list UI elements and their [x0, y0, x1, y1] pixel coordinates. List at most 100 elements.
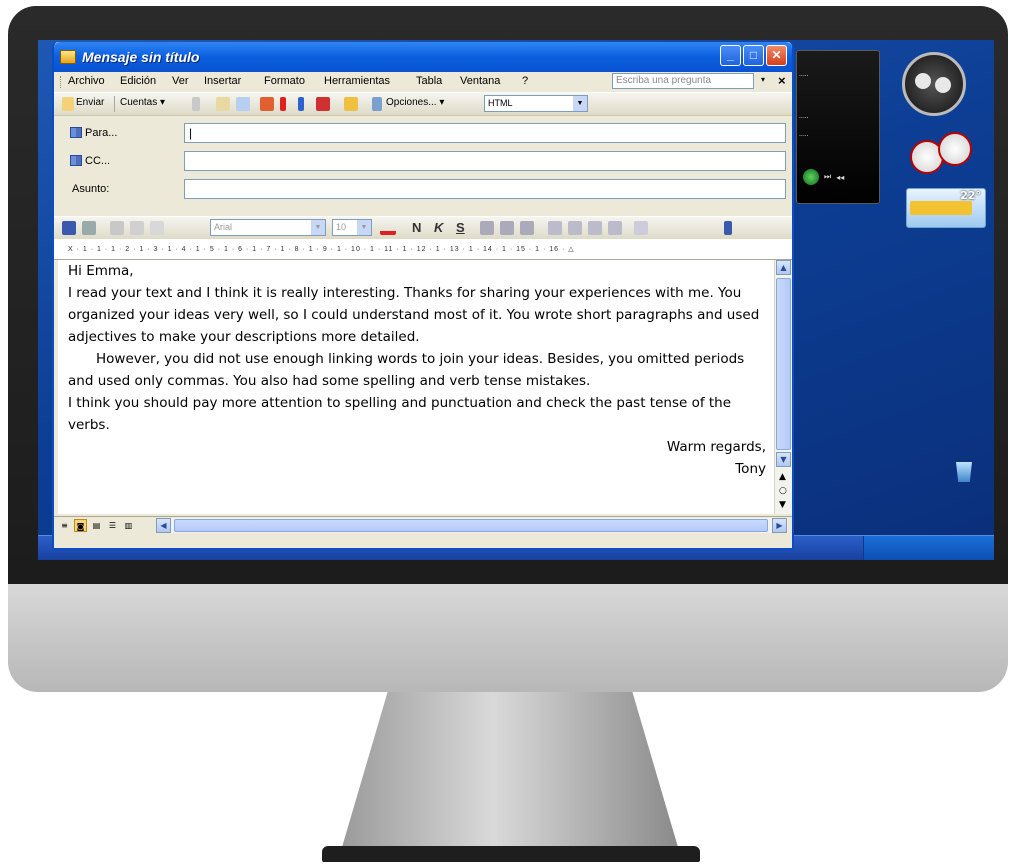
cc-label[interactable]: CC...	[85, 155, 110, 167]
body-paragraph-2: However, you did not use enough linking …	[68, 351, 745, 389]
address-book-icon[interactable]	[70, 127, 82, 138]
align-right-icon[interactable]	[520, 221, 534, 235]
scroll-up-button[interactable]: ▲	[776, 260, 791, 275]
browse-object-icon[interactable]: ○	[779, 486, 787, 496]
size-dropdown-icon[interactable]: ▼	[357, 220, 371, 235]
status-bar: ≡ ◙ ▤ ☰ ▥ ◀ ▶	[54, 516, 792, 535]
align-left-icon[interactable]	[480, 221, 494, 235]
font-dropdown-icon[interactable]: ▼	[311, 220, 325, 235]
greeting: Hi Emma,	[68, 263, 134, 279]
cc-field[interactable]	[184, 151, 786, 171]
cpu-meter-gadget[interactable]	[910, 132, 976, 174]
window-title: Mensaje sin título	[82, 49, 200, 65]
outline-view-icon[interactable]: ☰	[106, 519, 119, 532]
bold-button[interactable]: N	[412, 220, 421, 235]
decrease-indent-icon[interactable]	[588, 221, 602, 235]
format-select-value: HTML	[488, 98, 513, 108]
format-dropdown-icon[interactable]: ▼	[573, 96, 587, 111]
menu-herramientas[interactable]: Herramientas	[324, 75, 390, 87]
font-color-icon[interactable]	[380, 221, 396, 235]
follow-up-icon[interactable]	[316, 97, 330, 111]
menu-archivo[interactable]: Archivo	[68, 75, 105, 87]
address-book-icon[interactable]	[70, 155, 82, 166]
clock-gadget[interactable]	[902, 52, 966, 116]
signature-icon[interactable]	[344, 97, 358, 111]
font-name-select[interactable]: Arial ▼	[210, 219, 326, 236]
subject-field[interactable]	[184, 179, 786, 199]
menu-ver[interactable]: Ver	[172, 75, 189, 87]
print-layout-icon[interactable]: ▤	[90, 519, 103, 532]
message-body[interactable]: Hi Emma, I read your text and I think it…	[58, 260, 774, 514]
cc-row: CC...	[54, 149, 792, 173]
horizontal-scroll-thumb[interactable]	[174, 519, 768, 532]
menu-insertar[interactable]: Insertar	[204, 75, 241, 87]
send-button[interactable]: Enviar	[76, 97, 104, 108]
paste-icon[interactable]	[150, 221, 164, 235]
standard-toolbar: Enviar Cuentas ▾ Opciones... ▾ HTML ▼	[54, 92, 792, 116]
low-importance-icon[interactable]	[298, 97, 304, 111]
options-icon	[372, 97, 382, 111]
check-names-icon[interactable]	[236, 97, 250, 111]
play-icon[interactable]	[803, 169, 819, 185]
menu-tabla[interactable]: Tabla	[416, 75, 442, 87]
ruler[interactable]: X · 1 · 1 · 1 · 2 · 1 · 3 · 1 · 4 · 1 · …	[54, 239, 792, 260]
print-icon[interactable]	[82, 221, 96, 235]
media-controls[interactable]: ⏭ ◂◂	[803, 169, 873, 185]
menu-ventana[interactable]: Ventana	[460, 75, 500, 87]
monitor-stand	[340, 692, 680, 854]
bullets-icon[interactable]	[568, 221, 582, 235]
maximize-button[interactable]: □	[743, 45, 764, 66]
toolbar-options-icon[interactable]	[724, 221, 732, 235]
scroll-right-button[interactable]: ▶	[772, 518, 787, 533]
help-dropdown-icon[interactable]: ▾	[761, 75, 765, 84]
options-button[interactable]: Opciones... ▾	[386, 97, 444, 108]
address-book-icon[interactable]	[216, 97, 230, 111]
font-size-select[interactable]: 10 ▼	[332, 219, 372, 236]
format-select[interactable]: HTML ▼	[484, 95, 588, 112]
to-label[interactable]: Para...	[85, 127, 117, 139]
styles-icon[interactable]	[634, 221, 648, 235]
title-bar[interactable]: Mensaje sin título _ □ ✕	[54, 42, 792, 72]
increase-indent-icon[interactable]	[608, 221, 622, 235]
system-tray[interactable]	[863, 536, 994, 560]
font-name-value: Arial	[214, 222, 233, 232]
scroll-down-button[interactable]: ▼	[776, 452, 791, 467]
next-page-icon[interactable]: ▼	[779, 500, 786, 510]
scroll-thumb[interactable]	[776, 278, 791, 450]
recycle-bin[interactable]	[944, 462, 984, 512]
reading-view-icon[interactable]: ▥	[122, 519, 135, 532]
cut-icon[interactable]	[110, 221, 124, 235]
minimize-button[interactable]: _	[720, 45, 741, 66]
align-center-icon[interactable]	[500, 221, 514, 235]
media-player-gadget[interactable]: ····· ····· ····· ⏭ ◂◂	[796, 50, 880, 204]
menu-help[interactable]: ?	[522, 75, 528, 87]
menu-formato[interactable]: Formato	[264, 75, 305, 87]
to-row: Para... |	[54, 121, 792, 145]
help-search-input[interactable]: Escriba una pregunta	[612, 73, 754, 89]
web-layout-icon[interactable]: ◙	[74, 519, 87, 532]
menu-grip-icon[interactable]	[60, 76, 64, 88]
normal-view-icon[interactable]: ≡	[58, 519, 71, 532]
numbering-icon[interactable]	[548, 221, 562, 235]
copy-icon[interactable]	[130, 221, 144, 235]
weather-sun-icon	[910, 201, 972, 215]
italic-button[interactable]: K	[434, 220, 443, 235]
high-importance-icon[interactable]	[280, 97, 286, 111]
menu-edicion[interactable]: Edición	[120, 75, 156, 87]
envelope-icon	[60, 50, 76, 64]
close-button[interactable]: ✕	[766, 45, 787, 66]
next-icon[interactable]: ⏭	[824, 172, 831, 182]
to-field[interactable]: |	[184, 123, 786, 143]
scroll-left-button[interactable]: ◀	[156, 518, 171, 533]
vertical-scrollbar[interactable]: ▲ ▼ ▲ ○ ▼	[774, 260, 792, 514]
attach-icon[interactable]	[192, 97, 200, 111]
accounts-button[interactable]: Cuentas ▾	[120, 97, 165, 108]
close-document-icon[interactable]: ×	[778, 73, 786, 88]
previous-page-icon[interactable]: ▲	[779, 472, 786, 482]
weather-gadget[interactable]: 22°	[906, 188, 986, 228]
flag-icon[interactable]	[260, 97, 274, 111]
volume-icon[interactable]: ◂◂	[836, 173, 844, 182]
horizontal-scrollbar[interactable]: ◀ ▶	[156, 518, 788, 533]
save-icon[interactable]	[62, 221, 76, 235]
underline-button[interactable]: S	[456, 220, 465, 235]
